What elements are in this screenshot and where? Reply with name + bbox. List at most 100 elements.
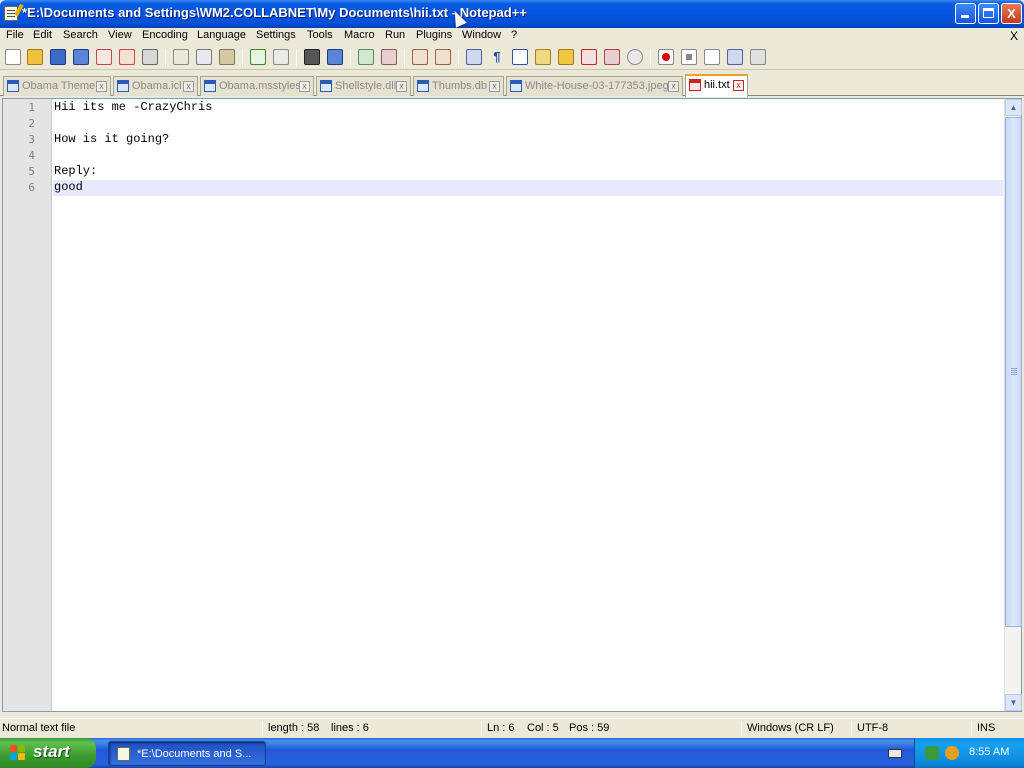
redo-icon[interactable] bbox=[273, 49, 289, 65]
tab-obama-theme[interactable]: Obama Theme x bbox=[3, 76, 111, 96]
tab-obama-icl[interactable]: Obama.icl x bbox=[113, 76, 198, 96]
folder-icon[interactable] bbox=[581, 49, 597, 65]
scrollbar-thumb[interactable] bbox=[1005, 117, 1022, 627]
word-wrap-icon[interactable] bbox=[466, 49, 482, 65]
copy-icon[interactable] bbox=[196, 49, 212, 65]
close-icon: X bbox=[1007, 6, 1016, 21]
sync-horizontal-icon[interactable] bbox=[435, 49, 451, 65]
maximize-button[interactable] bbox=[978, 3, 999, 24]
replace-icon[interactable] bbox=[327, 49, 343, 65]
menu-plugins[interactable]: Plugins bbox=[414, 29, 454, 41]
menu-window[interactable]: Window bbox=[460, 29, 503, 41]
close-tab-icon[interactable]: x bbox=[183, 81, 194, 92]
stop-macro-icon[interactable] bbox=[681, 49, 697, 65]
language-icon[interactable] bbox=[535, 49, 551, 65]
tab-obama-msstyles[interactable]: Obama.msstyles x bbox=[200, 76, 314, 96]
close-document-button[interactable]: X bbox=[1010, 29, 1018, 43]
status-length: length : 58 bbox=[268, 722, 320, 734]
keyboard-icon[interactable] bbox=[888, 749, 902, 758]
cut-icon[interactable] bbox=[173, 49, 189, 65]
close-tab-icon[interactable]: x bbox=[489, 81, 500, 92]
close-file-icon[interactable] bbox=[96, 49, 112, 65]
notepad-app-icon bbox=[117, 747, 130, 761]
text-line[interactable]: Hii its me -CrazyChris bbox=[54, 100, 212, 114]
tab-hii-txt[interactable]: hii.txt x bbox=[685, 74, 748, 97]
menu-search[interactable]: Search bbox=[61, 29, 100, 41]
indent-guide-icon[interactable] bbox=[512, 49, 528, 65]
search-icon[interactable] bbox=[945, 746, 959, 760]
title-bar[interactable]: *E:\Documents and Settings\WM2.COLLABNET… bbox=[0, 0, 1024, 28]
network-icon[interactable] bbox=[925, 746, 939, 760]
scroll-up-icon[interactable]: ▲ bbox=[1005, 99, 1022, 116]
print-icon[interactable] bbox=[142, 49, 158, 65]
find-icon[interactable] bbox=[304, 49, 320, 65]
scroll-down-icon[interactable]: ▼ bbox=[1005, 694, 1022, 711]
open-file-icon[interactable] bbox=[27, 49, 43, 65]
text-line[interactable]: Reply: bbox=[54, 164, 97, 178]
menu-tools[interactable]: Tools bbox=[305, 29, 335, 41]
line-number: 5 bbox=[28, 165, 35, 178]
menu-view[interactable]: View bbox=[106, 29, 134, 41]
new-file-icon[interactable] bbox=[5, 49, 21, 65]
close-tab-icon[interactable]: x bbox=[733, 80, 744, 91]
paste-icon[interactable] bbox=[219, 49, 235, 65]
sync-vertical-icon[interactable] bbox=[412, 49, 428, 65]
minimize-button[interactable] bbox=[955, 3, 976, 24]
start-button[interactable]: start bbox=[0, 738, 96, 768]
save-icon[interactable] bbox=[50, 49, 66, 65]
tab-label: hii.txt bbox=[704, 79, 730, 91]
system-tray: 8:55 AM bbox=[914, 738, 1024, 768]
line-number: 2 bbox=[28, 117, 35, 130]
vertical-scrollbar[interactable]: ▲ ▼ bbox=[1004, 99, 1022, 711]
menu-help[interactable]: ? bbox=[509, 29, 519, 41]
menu-settings[interactable]: Settings bbox=[254, 29, 298, 41]
tab-thumbs-db[interactable]: Thumbs.db x bbox=[413, 76, 504, 96]
current-line-highlight bbox=[53, 180, 1003, 196]
taskbar-button-label: *E:\Documents and S... bbox=[137, 748, 252, 760]
text-line[interactable]: good bbox=[54, 180, 83, 194]
windows-logo-icon bbox=[10, 745, 26, 761]
tab-label: Thumbs.db bbox=[432, 80, 488, 92]
undo-icon[interactable] bbox=[250, 49, 266, 65]
show-all-chars-icon[interactable]: ¶ bbox=[489, 49, 505, 65]
tab-shellstyle-dll[interactable]: Shellstyle.dll x bbox=[316, 76, 411, 96]
line-number: 3 bbox=[28, 133, 35, 146]
close-tab-icon[interactable]: x bbox=[396, 81, 407, 92]
close-button[interactable]: X bbox=[1001, 3, 1022, 24]
record-macro-icon[interactable] bbox=[658, 49, 674, 65]
save-macro-icon[interactable] bbox=[750, 49, 766, 65]
minimize-icon bbox=[961, 15, 969, 18]
text-editor[interactable]: 1 2 3 4 5 6 Hii its me -CrazyChris How i… bbox=[2, 98, 1022, 712]
menu-run[interactable]: Run bbox=[383, 29, 407, 41]
monitoring-icon[interactable] bbox=[627, 49, 643, 65]
taskbar-notepad-button[interactable]: *E:\Documents and S... bbox=[108, 741, 266, 766]
zoom-in-icon[interactable] bbox=[358, 49, 374, 65]
zoom-out-icon[interactable] bbox=[381, 49, 397, 65]
document-tab-bar: Obama Theme x Obama.icl x Obama.msstyles… bbox=[0, 72, 1024, 97]
close-tab-icon[interactable]: x bbox=[668, 81, 679, 92]
status-lines: lines : 6 bbox=[331, 722, 369, 734]
tab-label: White-House-03-177353.jpeg bbox=[525, 80, 669, 92]
tab-white-house-jpeg[interactable]: White-House-03-177353.jpeg x bbox=[506, 76, 683, 96]
notepad-app-icon[interactable] bbox=[4, 3, 24, 21]
close-all-icon[interactable] bbox=[119, 49, 135, 65]
menu-file[interactable]: File bbox=[4, 29, 26, 41]
run-macro-multiple-icon[interactable] bbox=[727, 49, 743, 65]
system-clock[interactable]: 8:55 AM bbox=[969, 746, 1009, 758]
menu-language[interactable]: Language bbox=[195, 29, 248, 41]
unsaved-document-icon bbox=[689, 79, 701, 91]
document-map-icon[interactable] bbox=[604, 49, 620, 65]
line-number: 1 bbox=[28, 101, 35, 114]
save-all-icon[interactable] bbox=[73, 49, 89, 65]
toolbar: ¶ bbox=[0, 46, 1024, 70]
menu-edit[interactable]: Edit bbox=[31, 29, 54, 41]
document-icon bbox=[7, 80, 19, 92]
status-column: Col : 5 bbox=[527, 722, 559, 734]
menu-macro[interactable]: Macro bbox=[342, 29, 377, 41]
function-list-icon[interactable] bbox=[558, 49, 574, 65]
play-macro-icon[interactable] bbox=[704, 49, 720, 65]
text-line[interactable]: How is it going? bbox=[54, 132, 169, 146]
menu-encoding[interactable]: Encoding bbox=[140, 29, 190, 41]
close-tab-icon[interactable]: x bbox=[299, 81, 310, 92]
close-tab-icon[interactable]: x bbox=[96, 81, 107, 92]
